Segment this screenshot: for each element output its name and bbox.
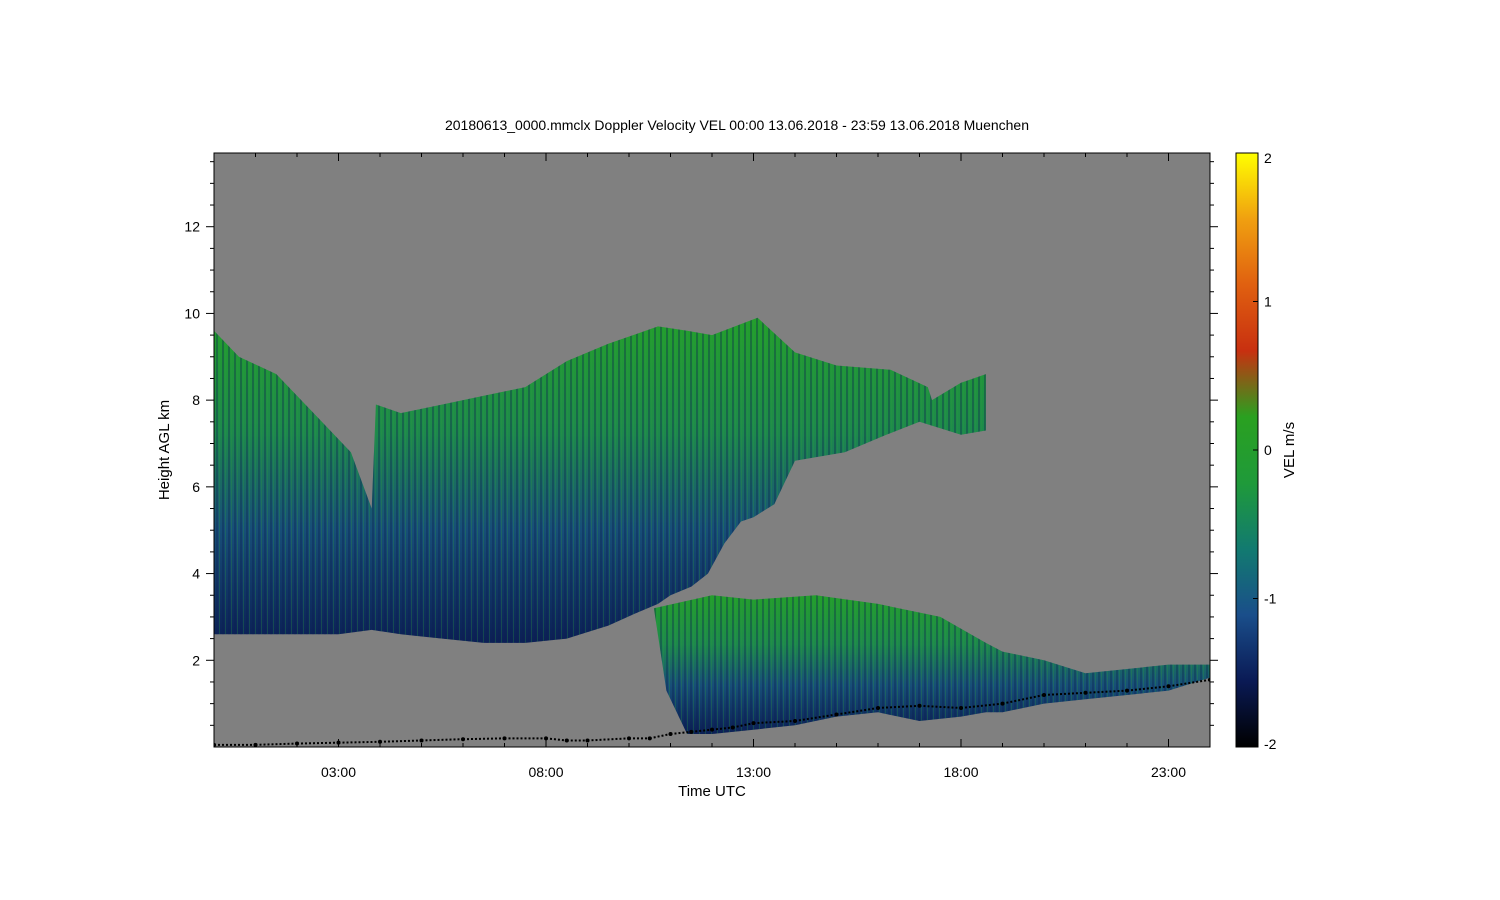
plot-area — [213, 152, 1211, 748]
colorbar: -2 -1 0 1 2 — [1235, 150, 1277, 752]
y-tick-label: 8 — [192, 392, 200, 408]
x-tick-label: 08:00 — [528, 764, 563, 780]
y-axis-label: Height AGL km — [156, 400, 173, 500]
chart-root: 20180613_0000.mmclx Doppler Velocity VEL… — [156, 117, 1298, 800]
colorbar-tick-label: 0 — [1264, 442, 1272, 458]
y-tick-label: 4 — [192, 566, 200, 582]
colorbar-tick-label: -2 — [1264, 736, 1277, 752]
y-tick-label: 6 — [192, 479, 200, 495]
y-tick-label: 12 — [184, 219, 200, 235]
colorbar-tick-label: -1 — [1264, 591, 1277, 607]
x-tick-label: 03:00 — [321, 764, 356, 780]
colorbar-tick-label: 1 — [1264, 294, 1272, 310]
x-tick-label: 13:00 — [736, 764, 771, 780]
x-tick-label: 23:00 — [1151, 764, 1186, 780]
x-axis-label: Time UTC — [678, 783, 746, 800]
colorbar-tick-label: 2 — [1264, 150, 1272, 166]
x-tick-label: 18:00 — [943, 764, 978, 780]
y-tick-label: 10 — [184, 305, 200, 321]
y-tick-label: 2 — [192, 652, 200, 668]
chart-title: 20180613_0000.mmclx Doppler Velocity VEL… — [445, 117, 1029, 133]
colorbar-label: VEL m/s — [1281, 422, 1298, 478]
